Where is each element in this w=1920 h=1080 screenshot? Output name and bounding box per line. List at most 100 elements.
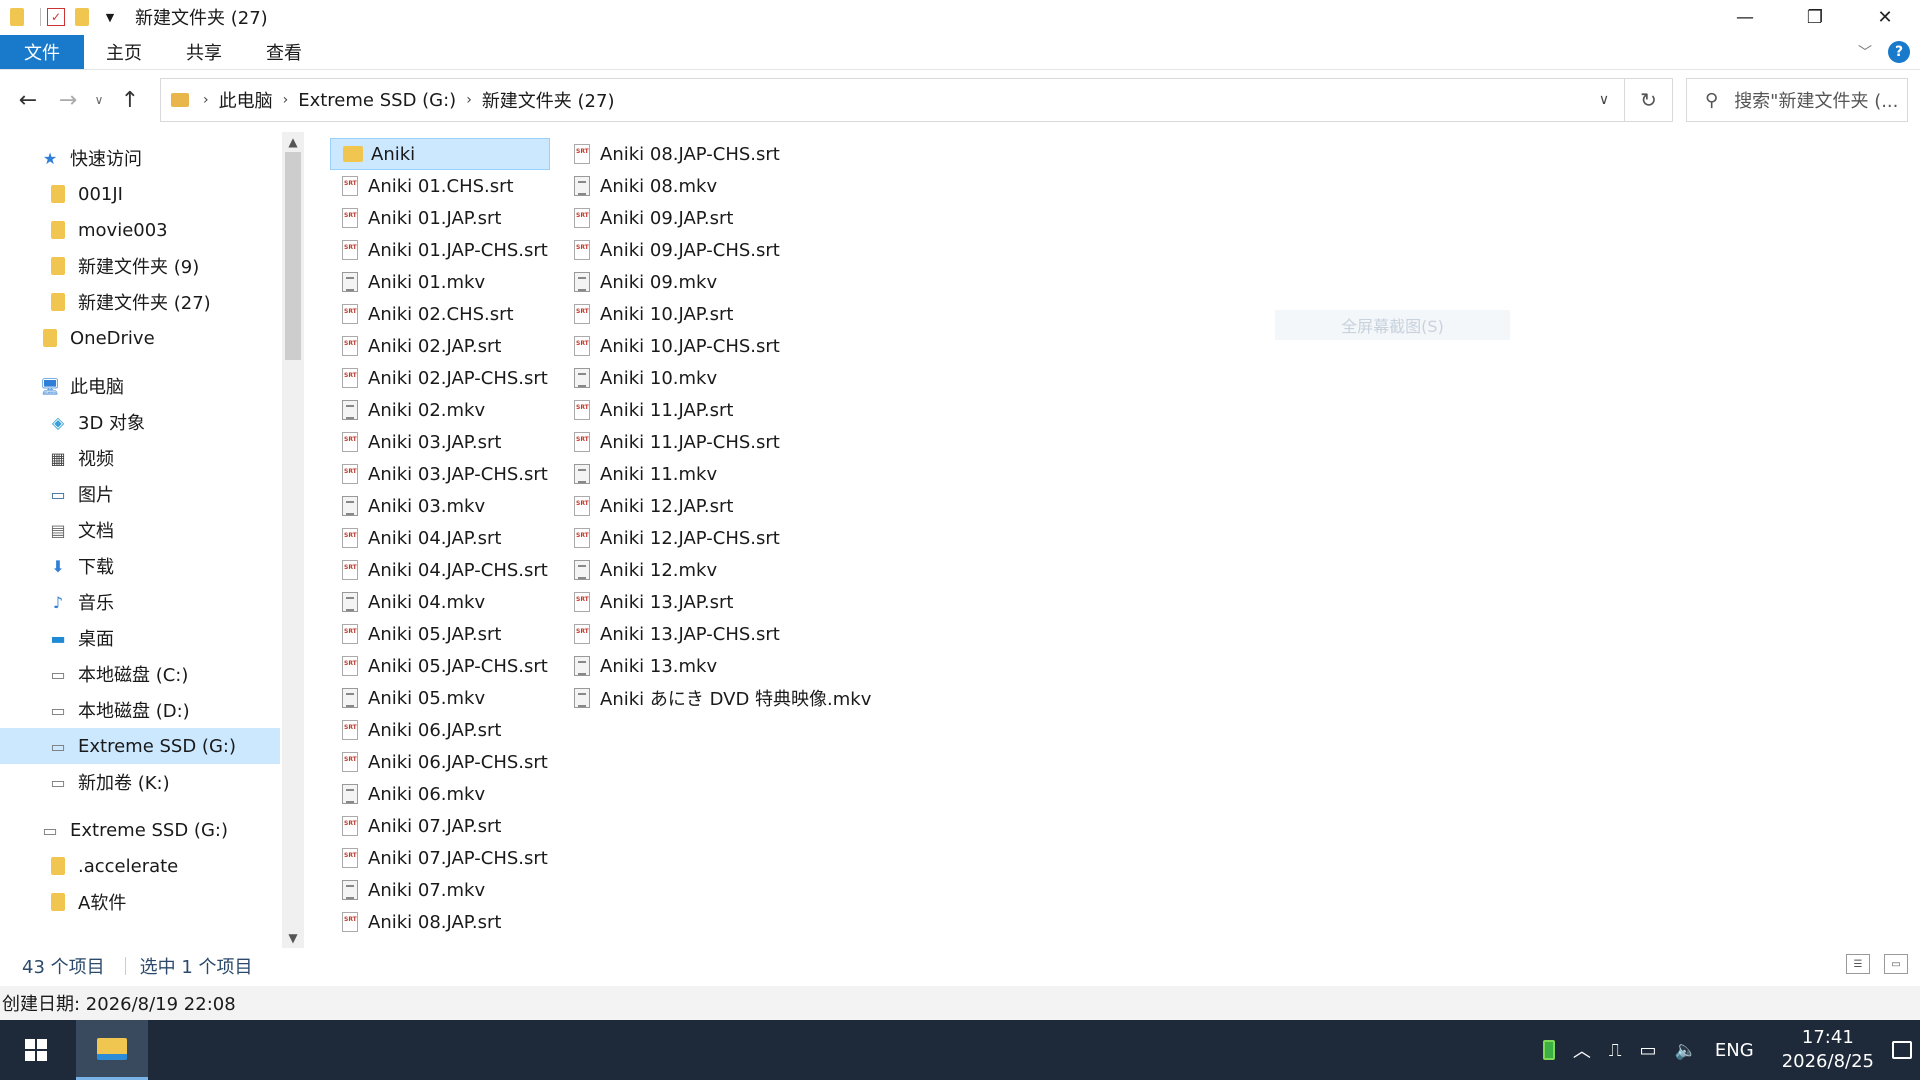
breadcrumb-current-folder[interactable]: 新建文件夹 (27): [476, 87, 621, 113]
sidebar-item[interactable]: .accelerate: [0, 848, 282, 884]
file-item[interactable]: Aniki 06.JAP-CHS.srt: [330, 746, 590, 778]
sidebar-item[interactable]: ⬇ 下载: [0, 548, 282, 584]
clock[interactable]: 17:41 2026/8/25: [1782, 1026, 1874, 1074]
sidebar-item[interactable]: A软件: [0, 884, 282, 920]
notification-icon[interactable]: [1892, 1041, 1912, 1059]
tab-home[interactable]: 主页: [84, 35, 164, 69]
file-item[interactable]: Aniki 03.mkv: [330, 490, 590, 522]
sidebar-item[interactable]: ★ 快速访问: [0, 140, 282, 176]
breadcrumb-drive[interactable]: Extreme SSD (G:): [292, 90, 462, 111]
file-item[interactable]: Aniki 02.JAP-CHS.srt: [330, 362, 590, 394]
file-item[interactable]: Aniki 01.CHS.srt: [330, 170, 590, 202]
file-item[interactable]: Aniki 13.JAP-CHS.srt: [562, 618, 902, 650]
file-item[interactable]: Aniki 12.JAP.srt: [562, 490, 902, 522]
file-item[interactable]: Aniki 02.JAP.srt: [330, 330, 590, 362]
file-item[interactable]: Aniki 04.JAP-CHS.srt: [330, 554, 590, 586]
breadcrumb-separator-icon[interactable]: ›: [279, 92, 293, 108]
file-item[interactable]: Aniki 03.JAP-CHS.srt: [330, 458, 590, 490]
sidebar-item[interactable]: ▭ 本地磁盘 (D:): [0, 692, 282, 728]
navigation-scrollbar[interactable]: ▲ ▼: [282, 132, 304, 948]
details-view-icon[interactable]: ☰: [1846, 954, 1870, 974]
expand-ribbon-chevron-icon[interactable]: ﹀: [1858, 42, 1872, 62]
file-item[interactable]: Aniki あにき DVD 特典映像.mkv: [562, 682, 902, 714]
file-item[interactable]: Aniki 03.JAP.srt: [330, 426, 590, 458]
file-item[interactable]: Aniki 02.mkv: [330, 394, 590, 426]
scroll-down-icon[interactable]: ▼: [282, 928, 304, 948]
properties-icon[interactable]: ✓: [47, 8, 65, 26]
file-item[interactable]: Aniki 08.mkv: [562, 170, 902, 202]
file-item[interactable]: Aniki 06.mkv: [330, 778, 590, 810]
tab-file[interactable]: 文件: [0, 34, 84, 69]
sidebar-item[interactable]: OneDrive: [0, 320, 282, 356]
input-language[interactable]: ENG: [1715, 1040, 1754, 1061]
maximize-button[interactable]: ❐: [1780, 0, 1850, 34]
up-button[interactable]: ↑: [110, 80, 150, 120]
sidebar-item[interactable]: 新建文件夹 (9): [0, 248, 282, 284]
sidebar-item[interactable]: ♪ 音乐: [0, 584, 282, 620]
search-input[interactable]: ⚲ 搜索"新建文件夹 (...: [1686, 78, 1908, 122]
address-bar[interactable]: › 此电脑 › Extreme SSD (G:) › 新建文件夹 (27) ∨: [160, 78, 1625, 122]
sidebar-item[interactable]: 001JI: [0, 176, 282, 212]
file-item[interactable]: Aniki 08.JAP-CHS.srt: [562, 138, 902, 170]
file-item[interactable]: Aniki 02.CHS.srt: [330, 298, 590, 330]
breadcrumb-separator-icon[interactable]: ›: [199, 92, 213, 108]
file-item[interactable]: Aniki 04.mkv: [330, 586, 590, 618]
file-item[interactable]: Aniki 05.JAP-CHS.srt: [330, 650, 590, 682]
file-item[interactable]: Aniki 09.JAP.srt: [562, 202, 902, 234]
tab-share[interactable]: 共享: [164, 35, 244, 69]
help-icon[interactable]: ?: [1888, 41, 1910, 63]
file-item[interactable]: Aniki 07.JAP.srt: [330, 810, 590, 842]
file-item[interactable]: Aniki 13.mkv: [562, 650, 902, 682]
battery-icon[interactable]: [1542, 1040, 1555, 1060]
file-item[interactable]: Aniki 11.JAP-CHS.srt: [562, 426, 902, 458]
sidebar-item[interactable]: ▤ 文档: [0, 512, 282, 548]
minimize-button[interactable]: —: [1710, 0, 1780, 34]
sidebar-item[interactable]: ▭ 新加卷 (K:): [0, 764, 282, 800]
file-item[interactable]: Aniki 11.mkv: [562, 458, 902, 490]
address-dropdown-icon[interactable]: ∨: [1584, 79, 1624, 121]
sidebar-item[interactable]: ▭ 图片: [0, 476, 282, 512]
sidebar-item[interactable]: 🖥 此电脑: [0, 368, 282, 404]
sidebar-item[interactable]: movie003: [0, 212, 282, 248]
scroll-up-icon[interactable]: ▲: [282, 132, 304, 152]
taskbar-file-explorer[interactable]: [76, 1020, 148, 1080]
sidebar-item[interactable]: ▦ 视频: [0, 440, 282, 476]
breadcrumb-separator-icon[interactable]: ›: [462, 92, 476, 108]
sidebar-item[interactable]: ▬ 桌面: [0, 620, 282, 656]
file-item[interactable]: Aniki 01.JAP-CHS.srt: [330, 234, 590, 266]
scrollbar-thumb[interactable]: [285, 152, 301, 360]
file-item[interactable]: Aniki 12.mkv: [562, 554, 902, 586]
tab-view[interactable]: 查看: [244, 35, 324, 69]
customize-toolbar-chevron-icon[interactable]: ▼: [99, 6, 121, 28]
sidebar-item[interactable]: ▭ Extreme SSD (G:): [0, 812, 282, 848]
refresh-button[interactable]: ↻: [1625, 78, 1673, 122]
sidebar-item[interactable]: 新建文件夹 (27): [0, 284, 282, 320]
large-icons-view-icon[interactable]: ▭: [1884, 954, 1908, 974]
forward-button[interactable]: →: [48, 80, 88, 120]
file-item[interactable]: Aniki 11.JAP.srt: [562, 394, 902, 426]
file-item[interactable]: Aniki 10.JAP.srt: [562, 298, 902, 330]
file-item[interactable]: Aniki 01.mkv: [330, 266, 590, 298]
file-item[interactable]: Aniki 06.JAP.srt: [330, 714, 590, 746]
file-item[interactable]: Aniki 10.JAP-CHS.srt: [562, 330, 902, 362]
usb-device-icon[interactable]: ⎍: [1609, 1040, 1622, 1061]
file-item[interactable]: Aniki: [330, 138, 550, 170]
sidebar-item[interactable]: ▭ Extreme SSD (G:): [0, 728, 280, 764]
file-item[interactable]: Aniki 13.JAP.srt: [562, 586, 902, 618]
file-item[interactable]: Aniki 10.mkv: [562, 362, 902, 394]
file-item[interactable]: Aniki 07.mkv: [330, 874, 590, 906]
file-item[interactable]: Aniki 05.mkv: [330, 682, 590, 714]
sidebar-item[interactable]: ▭ 本地磁盘 (C:): [0, 656, 282, 692]
start-button[interactable]: [0, 1020, 72, 1080]
file-item[interactable]: Aniki 05.JAP.srt: [330, 618, 590, 650]
file-item[interactable]: Aniki 12.JAP-CHS.srt: [562, 522, 902, 554]
recent-locations-chevron-icon[interactable]: ∨: [88, 80, 110, 120]
volume-icon[interactable]: 🔈: [1674, 1040, 1696, 1061]
file-item[interactable]: Aniki 04.JAP.srt: [330, 522, 590, 554]
network-icon[interactable]: ▭: [1639, 1040, 1656, 1061]
file-item[interactable]: Aniki 01.JAP.srt: [330, 202, 590, 234]
sidebar-item[interactable]: ◈ 3D 对象: [0, 404, 282, 440]
show-hidden-icons-chevron-icon[interactable]: ︿: [1573, 1037, 1591, 1063]
file-item[interactable]: Aniki 09.JAP-CHS.srt: [562, 234, 902, 266]
new-folder-icon[interactable]: [71, 6, 93, 28]
